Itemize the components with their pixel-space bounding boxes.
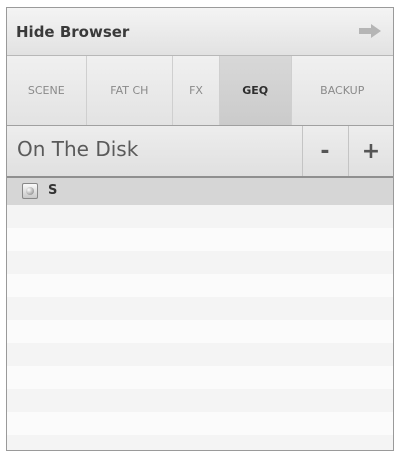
- tab-fat-ch[interactable]: FAT CH: [86, 56, 174, 125]
- empty-row: [7, 228, 393, 251]
- disk-title: On The Disk: [17, 137, 139, 161]
- empty-row: [7, 297, 393, 320]
- empty-row: [7, 412, 393, 435]
- empty-row: [7, 320, 393, 343]
- browser-panel: Hide Browser SCENE FAT CH FX GEQ BACKUP …: [6, 7, 394, 451]
- tab-bar: SCENE FAT CH FX GEQ BACKUP: [7, 56, 393, 126]
- plus-button[interactable]: +: [348, 126, 393, 176]
- arrow-right-icon[interactable]: [359, 24, 381, 38]
- empty-row: [7, 274, 393, 297]
- hide-browser-bar[interactable]: Hide Browser: [7, 8, 393, 56]
- minus-button[interactable]: -: [302, 126, 347, 176]
- disk-bar: On The Disk - +: [7, 126, 393, 178]
- empty-row: [7, 366, 393, 389]
- empty-row: [7, 251, 393, 274]
- list-item[interactable]: S: [7, 178, 393, 205]
- empty-row: [7, 343, 393, 366]
- list-item-name: S: [48, 183, 58, 198]
- tab-fx[interactable]: FX: [173, 56, 220, 125]
- hide-browser-label: Hide Browser: [16, 23, 130, 41]
- disk-icon: [22, 183, 38, 199]
- tab-geq[interactable]: GEQ: [219, 56, 292, 125]
- empty-row: [7, 205, 393, 228]
- empty-row: [7, 435, 393, 450]
- empty-row: [7, 389, 393, 412]
- file-list: S: [7, 178, 393, 450]
- tab-scene[interactable]: SCENE: [7, 56, 87, 125]
- tab-backup[interactable]: BACKUP: [291, 56, 393, 125]
